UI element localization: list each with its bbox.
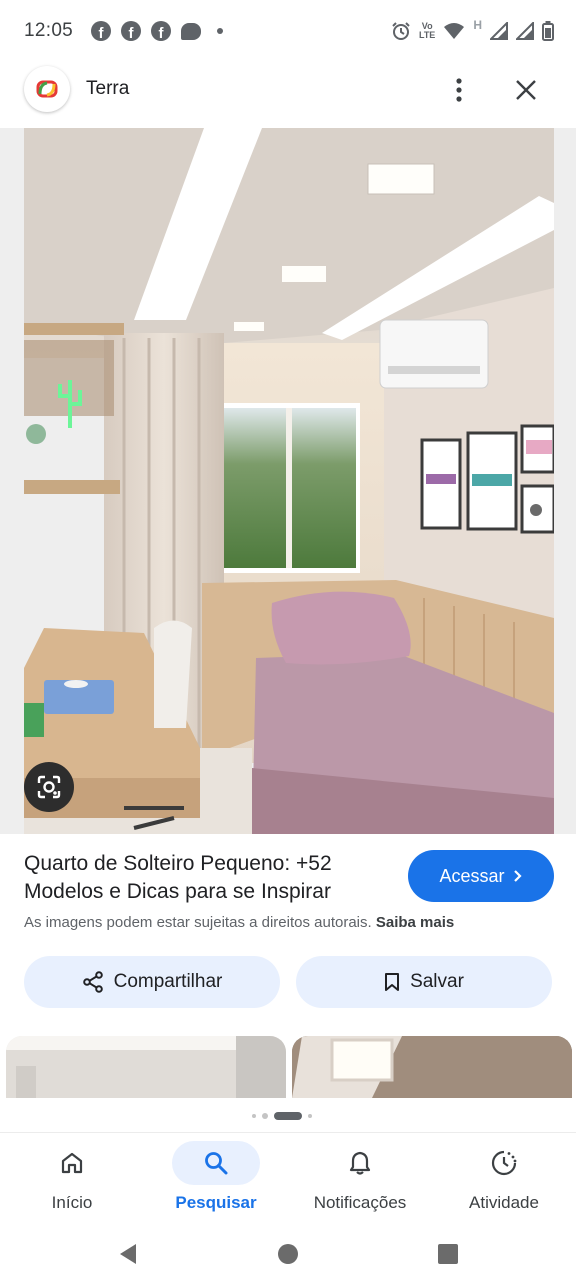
share-icon	[82, 971, 103, 993]
facebook-notification-icon: f	[91, 21, 112, 41]
carousel-pager	[252, 1112, 312, 1120]
back-triangle-icon	[120, 1244, 136, 1264]
chevron-right-icon	[513, 870, 522, 882]
result-title[interactable]: Quarto de Solteiro Pequeno: +52 Modelos …	[24, 850, 394, 906]
activity-icon	[491, 1150, 517, 1176]
nav-label-activity: Atividade	[469, 1193, 539, 1212]
network-type: H	[473, 18, 482, 32]
close-icon	[516, 80, 536, 100]
app-bar: Terra	[0, 66, 576, 114]
nav-item-search[interactable]: Pesquisar	[144, 1141, 288, 1221]
signal-icon	[516, 22, 534, 40]
nav-item-notifications[interactable]: Notificações	[288, 1141, 432, 1221]
nav-icon-container	[316, 1141, 404, 1185]
nav-label-search: Pesquisar	[175, 1193, 257, 1212]
battery-icon	[542, 21, 554, 41]
close-button[interactable]	[510, 74, 542, 106]
bell-icon	[349, 1151, 371, 1175]
nav-icon-container	[460, 1141, 548, 1185]
visit-button[interactable]: Acessar	[408, 850, 554, 902]
more-vert-icon	[456, 78, 462, 102]
pager-dot	[308, 1114, 312, 1118]
facebook-notification-icon: f	[151, 21, 172, 41]
bedroom-photo	[24, 128, 554, 834]
nav-icon-container	[28, 1141, 116, 1185]
pager-dot-active	[274, 1112, 302, 1120]
signal-icon	[490, 22, 508, 40]
related-photo	[292, 1036, 572, 1098]
google-lens-button[interactable]	[24, 762, 74, 812]
home-icon	[61, 1152, 83, 1174]
more-options-button[interactable]	[444, 74, 474, 106]
status-left: 12:05 f f f	[24, 20, 224, 42]
related-image-thumbnail[interactable]	[292, 1036, 572, 1098]
more-notifications-dot-icon	[217, 28, 224, 34]
share-label: Compartilhar	[113, 971, 223, 992]
volte-icon: Vo LTE	[419, 22, 435, 40]
home-circle-icon	[278, 1244, 298, 1264]
lens-icon	[37, 775, 61, 799]
nav-item-activity[interactable]: Atividade	[432, 1141, 576, 1221]
bookmark-icon	[385, 973, 400, 991]
nav-label-home: Início	[51, 1193, 93, 1212]
visit-label: Acessar	[439, 865, 505, 886]
bottom-navigation: Início Pesquisar Notificações Atividade	[0, 1132, 576, 1224]
result-image[interactable]	[24, 128, 554, 834]
related-photo	[6, 1036, 286, 1098]
related-image-thumbnail[interactable]	[6, 1036, 286, 1098]
nav-item-home[interactable]: Início	[0, 1141, 144, 1221]
status-bar: 12:05 f f f Vo LTE H	[0, 0, 576, 62]
save-button[interactable]: Salvar	[296, 956, 552, 1008]
status-time: 12:05	[24, 20, 74, 41]
recents-square-icon	[438, 1244, 458, 1264]
search-icon	[205, 1152, 228, 1175]
back-button[interactable]	[108, 1234, 148, 1274]
nav-label-notifications: Notificações	[313, 1193, 407, 1212]
lte-label: LTE	[418, 30, 436, 40]
pager-dot	[252, 1114, 256, 1118]
nav-icon-container	[172, 1141, 260, 1185]
system-navigation-bar	[0, 1224, 576, 1280]
wifi-icon	[444, 23, 465, 39]
alarm-icon	[392, 22, 410, 40]
site-logo[interactable]	[24, 66, 70, 112]
message-notification-icon	[181, 22, 202, 40]
site-name[interactable]: Terra	[86, 78, 129, 100]
share-button[interactable]: Compartilhar	[24, 956, 280, 1008]
pager-dot	[262, 1113, 268, 1119]
recents-button[interactable]	[428, 1234, 468, 1274]
learn-more-link[interactable]: Saiba mais	[376, 914, 454, 931]
facebook-notification-icon: f	[121, 21, 142, 41]
status-right: Vo LTE H	[391, 18, 554, 41]
copyright-disclaimer: As imagens podem estar sujeitas a direit…	[24, 914, 454, 931]
home-system-button[interactable]	[268, 1234, 308, 1274]
terra-logo-icon	[36, 80, 58, 98]
disclaimer-text: As imagens podem estar sujeitas a direit…	[24, 914, 372, 931]
save-label: Salvar	[410, 971, 464, 992]
